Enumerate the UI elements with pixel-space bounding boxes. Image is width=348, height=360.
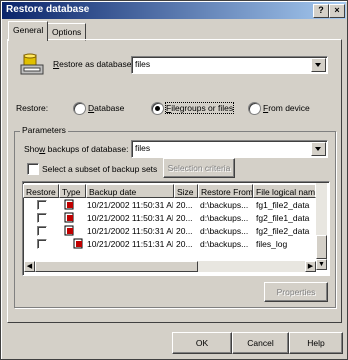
row-restore-checkbox[interactable]: [37, 200, 47, 210]
radio-database[interactable]: [73, 102, 86, 115]
radio-from-device-label[interactable]: From device: [263, 103, 310, 113]
tab-options-label: Options: [52, 27, 82, 37]
row-from: d:\backups...: [200, 213, 249, 223]
subset-checkbox[interactable]: [27, 163, 39, 175]
radio-filegroups[interactable]: [151, 102, 164, 115]
radio-from-device[interactable]: [248, 102, 261, 115]
file-backup-icon: [64, 212, 74, 223]
row-name: fg2_file2_data: [256, 226, 310, 236]
title-bar: Restore database ? ×: [2, 2, 346, 19]
col-size[interactable]: Size: [174, 184, 198, 198]
row-name: fg1_file2_data: [256, 200, 310, 210]
row-date: 10/21/2002 11:50:31 AM: [87, 226, 173, 236]
show-backups-post: backups of database:: [45, 144, 129, 154]
table-row[interactable]: 10/21/2002 11:50:31 AM 20... d:\backups.…: [25, 199, 315, 212]
tab-general-label: General: [13, 25, 44, 35]
show-backups-pre: Sho: [24, 144, 40, 154]
window-title: Restore database: [6, 4, 90, 15]
row-from: d:\backups...: [200, 239, 249, 249]
row-date: 10/21/2002 11:51:31 AM: [87, 239, 173, 249]
log-backup-icon: [73, 238, 83, 249]
row-size: 20...: [176, 239, 193, 249]
show-backups-value: files: [135, 143, 151, 153]
row-restore-checkbox[interactable]: [37, 239, 47, 249]
table-row[interactable]: 10/21/2002 11:50:31 AM 20... d:\backups.…: [25, 212, 315, 225]
col-restore[interactable]: Restore: [23, 184, 59, 198]
properties-button[interactable]: Properties: [264, 282, 328, 302]
parameters-legend: Parameters: [20, 125, 68, 135]
row-name: fg2_file1_data: [256, 213, 310, 223]
col-restore-from[interactable]: Restore From: [198, 184, 253, 198]
row-restore-checkbox[interactable]: [37, 213, 47, 223]
restore-as-text: estore as database:: [59, 59, 134, 69]
scroll-right-icon[interactable]: ▶: [305, 261, 316, 272]
row-size: 20...: [176, 200, 193, 210]
col-file-logical-name[interactable]: File logical name: [253, 184, 319, 198]
ok-button[interactable]: OK: [172, 332, 232, 354]
scroll-down-icon[interactable]: ▼: [316, 259, 327, 270]
hscroll-thumb[interactable]: [35, 261, 198, 272]
row-size: 20...: [176, 226, 193, 236]
help-title-button[interactable]: ?: [313, 4, 329, 18]
show-backups-combo[interactable]: files: [131, 140, 328, 158]
horizontal-scrollbar[interactable]: ◀ ▶: [24, 261, 316, 272]
chevron-down-icon[interactable]: [311, 142, 326, 156]
selection-criteria-button[interactable]: Selection criteria: [163, 158, 235, 178]
file-backup-icon: [64, 225, 74, 236]
col-backup-date[interactable]: Backup date: [86, 184, 174, 198]
row-from: d:\backups...: [200, 200, 249, 210]
cancel-button[interactable]: Cancel: [232, 332, 289, 354]
restore-label: Restore:: [16, 103, 49, 113]
chevron-down-icon[interactable]: [311, 58, 326, 72]
from-device-text: rom device: [268, 103, 310, 113]
row-date: 10/21/2002 11:50:31 AM: [87, 200, 173, 210]
file-backup-icon: [64, 199, 74, 210]
restore-as-database-combo[interactable]: files: [131, 56, 328, 74]
close-title-button[interactable]: ×: [329, 4, 345, 18]
restore-as-value: files: [135, 59, 151, 69]
table-row[interactable]: 10/21/2002 11:50:31 AM 20... d:\backups.…: [25, 225, 315, 238]
row-restore-checkbox[interactable]: [37, 226, 47, 236]
vertical-scrollbar[interactable]: [316, 183, 327, 259]
row-name: files_log: [256, 239, 288, 249]
subset-label[interactable]: Select a subset of backup sets: [42, 164, 157, 174]
scroll-left-icon[interactable]: ◀: [24, 261, 35, 272]
database-icon: [20, 53, 44, 75]
restore-database-dialog: Restore database ? × General Options Res…: [0, 0, 348, 360]
table-row[interactable]: 10/21/2002 11:51:31 AM 20... d:\backups.…: [25, 238, 315, 251]
radio-database-label[interactable]: Database: [88, 103, 124, 113]
filegroups-text: ilegroups or files: [171, 103, 234, 113]
radio-filegroups-label[interactable]: Filegroups or files: [164, 102, 235, 114]
database-text: atabase: [94, 103, 125, 113]
col-type[interactable]: Type: [59, 184, 86, 198]
row-size: 20...: [176, 213, 193, 223]
row-from: d:\backups...: [200, 226, 249, 236]
row-date: 10/21/2002 11:50:31 AM: [87, 213, 173, 223]
scroll-thumb[interactable]: [316, 235, 327, 259]
restore-as-label: Restore as database:: [53, 59, 134, 69]
tab-general[interactable]: General: [8, 21, 49, 41]
show-backups-label: Show backups of database:: [24, 144, 128, 154]
help-button[interactable]: Help: [289, 332, 343, 354]
